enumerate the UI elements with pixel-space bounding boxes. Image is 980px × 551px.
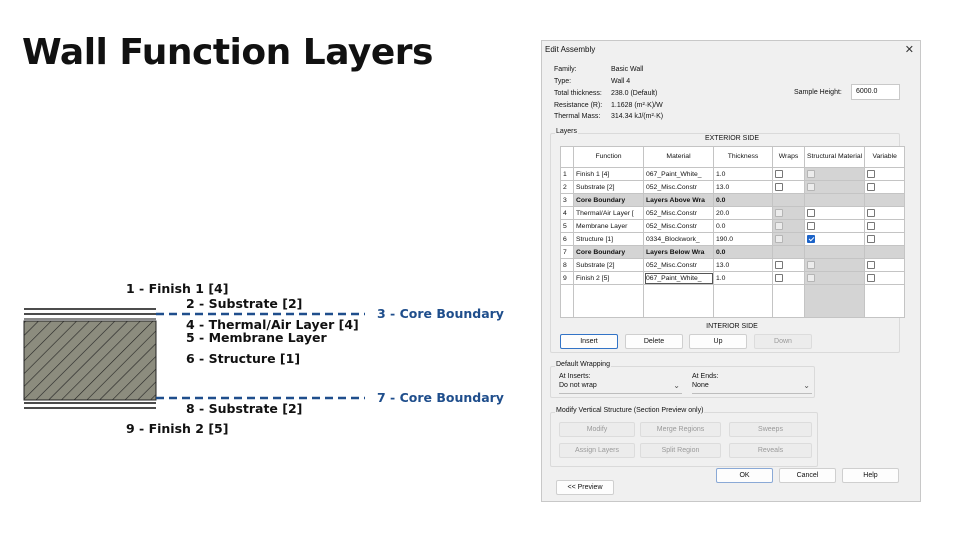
ok-button[interactable]: OK [716, 468, 773, 483]
label-structure-6: 6 - Structure [1] [186, 351, 301, 366]
up-button[interactable]: Up [689, 334, 747, 349]
at-ends-label: At Ends: [692, 373, 719, 380]
table-row[interactable]: 8 Substrate [2] 052_Misc.Constr 13.0 [560, 258, 906, 272]
insert-button[interactable]: Insert [560, 334, 618, 349]
structure-block [23, 320, 157, 401]
wall-section-diagram: 1 - Finish 1 [4] 2 - Substrate [2] 3 - C… [0, 270, 520, 450]
table-row[interactable]: 5 Membrane Layer 052_Misc.Constr 0.0 [560, 219, 906, 233]
cancel-button[interactable]: Cancel [779, 468, 836, 483]
layers-table: Function Material Thickness Wraps Struct… [560, 146, 906, 318]
col-variable: Variable [864, 146, 906, 168]
col-thickness: Thickness [713, 146, 773, 168]
wraps-checkbox [775, 209, 783, 217]
sample-height-label: Sample Height: [794, 89, 842, 96]
default-wrapping-label: Default Wrapping [555, 361, 611, 368]
col-material: Material [643, 146, 714, 168]
label-core-boundary-7: 7 - Core Boundary [377, 390, 504, 405]
info-family: Family: Basic Wall [554, 66, 644, 73]
structural-material-checkbox [807, 170, 815, 178]
variable-checkbox[interactable] [867, 183, 876, 191]
structural-material-checkbox [807, 183, 815, 191]
structural-material-checkbox[interactable] [807, 222, 815, 230]
label-substrate-8: 8 - Substrate [2] [186, 401, 303, 416]
table-row[interactable]: 2 Substrate [2] 052_Misc.Constr 13.0 [560, 180, 906, 194]
wraps-checkbox[interactable] [775, 183, 783, 191]
slide-title: Wall Function Layers [22, 32, 433, 73]
variable-checkbox[interactable] [867, 235, 876, 243]
variable-checkbox[interactable] [867, 209, 876, 217]
edit-assembly-dialog: Edit Assembly ✕ Family: Basic Wall Type: W… [541, 40, 921, 502]
dialog-title: Edit Assembly [545, 45, 596, 54]
label-finish-1: 1 - Finish 1 [4] [126, 281, 229, 296]
reveals-button[interactable]: Reveals [729, 443, 812, 458]
label-core-boundary-3: 3 - Core Boundary [377, 306, 504, 321]
assign-layers-button[interactable]: Assign Layers [559, 443, 635, 458]
modify-button[interactable]: Modify [559, 422, 635, 437]
delete-button[interactable]: Delete [625, 334, 683, 349]
label-substrate-2: 2 - Substrate [2] [186, 296, 303, 311]
modify-vertical-label: Modify Vertical Structure (Section Previ… [555, 407, 705, 414]
structural-material-checkbox-checked[interactable] [807, 235, 815, 243]
info-thermal-mass: Thermal Mass: 314.34 kJ/(m²·K) [554, 113, 664, 120]
wraps-checkbox[interactable] [775, 170, 783, 178]
at-inserts-label: At Inserts: [559, 373, 591, 380]
table-header-row: Function Material Thickness Wraps Struct… [560, 146, 906, 168]
variable-checkbox[interactable] [867, 170, 876, 178]
close-icon[interactable]: ✕ [905, 43, 914, 56]
variable-checkbox[interactable] [867, 222, 876, 230]
structural-material-checkbox[interactable] [807, 209, 815, 217]
info-type: Type: Wall 4 [554, 78, 631, 85]
structural-material-checkbox [807, 261, 815, 269]
col-num [560, 146, 574, 168]
table-row[interactable]: 9 Finish 2 [5] 067_Paint_White_ 1.0 [560, 271, 906, 285]
help-button[interactable]: Help [842, 468, 899, 483]
chevron-down-icon: ⌄ [803, 381, 810, 390]
down-button[interactable]: Down [754, 334, 812, 349]
col-structural-material: Structural Material [803, 146, 866, 168]
col-function: Function [573, 146, 644, 168]
table-row[interactable]: 6 Structure [1] 0334_Blockwork_ 190.0 [560, 232, 906, 246]
sweeps-button[interactable]: Sweeps [729, 422, 812, 437]
wraps-checkbox [775, 235, 783, 243]
wraps-checkbox [775, 222, 783, 230]
table-empty-row [560, 284, 906, 318]
layers-group-label: Layers [555, 128, 579, 135]
merge-regions-button[interactable]: Merge Regions [640, 422, 721, 437]
structural-material-checkbox [807, 274, 815, 282]
label-membrane-5: 5 - Membrane Layer [186, 330, 327, 345]
at-inserts-select[interactable]: Do not wrap ⌄ [559, 381, 682, 394]
interior-side-label: INTERIOR SIDE [706, 323, 758, 330]
wraps-checkbox[interactable] [775, 274, 783, 282]
variable-checkbox[interactable] [867, 261, 876, 269]
col-wraps: Wraps [772, 146, 805, 168]
preview-button[interactable]: << Preview [556, 480, 614, 495]
label-finish-9: 9 - Finish 2 [5] [126, 421, 229, 436]
info-total-thickness: Total thickness: 238.0 (Default) [554, 90, 658, 97]
table-row[interactable]: 1 Finish 1 [4] 067_Paint_White_ 1.0 [560, 167, 906, 181]
sample-height-input[interactable]: 6000.0 [851, 84, 900, 100]
table-row-core-boundary[interactable]: 3 Core Boundary Layers Above Wra 0.0 [560, 193, 906, 207]
chevron-down-icon: ⌄ [673, 381, 680, 390]
exterior-side-label: EXTERIOR SIDE [704, 135, 760, 142]
table-row-core-boundary[interactable]: 7 Core Boundary Layers Below Wra 0.0 [560, 245, 906, 259]
variable-checkbox[interactable] [867, 274, 876, 282]
modify-vertical-group [550, 412, 818, 467]
split-region-button[interactable]: Split Region [640, 443, 721, 458]
wraps-checkbox[interactable] [775, 261, 783, 269]
at-ends-select[interactable]: None ⌄ [692, 381, 812, 394]
table-row[interactable]: 4 Thermal/Air Layer [ 052_Misc.Constr 20… [560, 206, 906, 220]
info-resistance: Resistance (R): 1.1628 (m²·K)/W [554, 102, 663, 109]
